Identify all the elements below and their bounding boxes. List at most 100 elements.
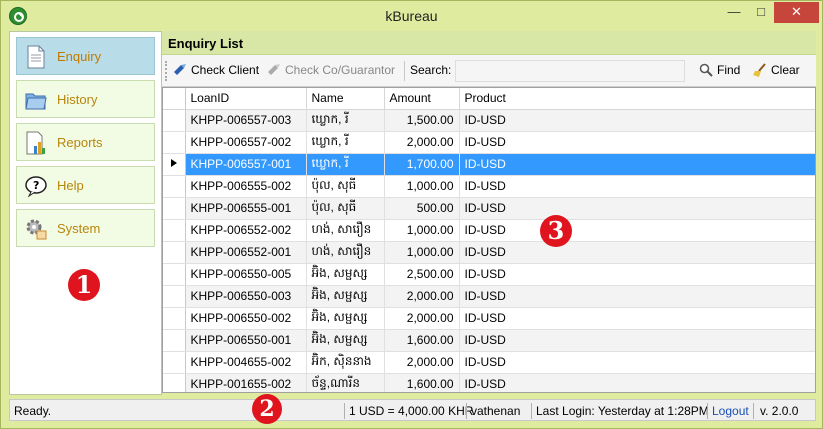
table-row[interactable]: KHPP-006552-002 ហង់, សារឿន 1,000.00 ID-USD xyxy=(163,219,815,242)
sidebar-item-reports[interactable]: Reports xyxy=(16,123,155,161)
gear-icon xyxy=(25,217,47,241)
cell-loanid: KHPP-004655-002 xyxy=(185,351,307,374)
cell-name: ឃ្លោក, រី xyxy=(306,109,385,132)
status-bar: Ready. 2 1 USD = 4,000.00 KHR vathenan L… xyxy=(9,394,816,424)
search-label: Search: xyxy=(410,63,452,77)
row-selector[interactable] xyxy=(163,285,186,308)
enquiry-panel: Enquiry List Check Client Check Co/Guara… xyxy=(162,31,816,395)
row-selector[interactable] xyxy=(163,351,186,374)
cell-loanid: KHPP-006555-002 xyxy=(185,175,307,198)
status-last-login: Last Login: Yesterday at 1:28PM xyxy=(536,404,709,418)
table-row[interactable]: KHPP-006550-003 អ៊ិង, សម្ផស្ស 2,000.00 ID-U… xyxy=(163,285,815,308)
document-icon xyxy=(25,45,47,69)
row-selector[interactable] xyxy=(163,241,186,264)
search-input[interactable] xyxy=(455,60,685,82)
table-row[interactable]: KHPP-006557-002 ឃ្លោក, រី 2,000.00 ID-USD xyxy=(163,131,815,154)
status-user: vathenan xyxy=(471,404,521,418)
cell-amount: 2,500.00 xyxy=(384,263,460,286)
cell-name: អ៊ិង, សម្ផស្ស xyxy=(306,329,385,352)
sidebar-item-system[interactable]: System xyxy=(16,209,155,247)
table-row[interactable]: KHPP-006550-005 អ៊ិង, សម្ផស្ស 2,500.00 ID-U… xyxy=(163,263,815,286)
cell-name: ប៉ុល, សុធី xyxy=(306,175,385,198)
sidebar-item-label: Reports xyxy=(57,135,103,150)
logout-link[interactable]: Logout xyxy=(712,404,749,418)
toolbar-separator xyxy=(404,61,405,81)
table-header-row: LoanID Name Amount Product xyxy=(163,88,815,110)
find-button[interactable]: Find xyxy=(699,63,740,77)
cell-product: ID-USD xyxy=(459,175,815,198)
row-selector[interactable] xyxy=(163,197,186,220)
table-row[interactable]: KHPP-006555-001 ប៉ុល, សុធី 500.00 ID-USD xyxy=(163,197,815,220)
table-row[interactable]: KHPP-006552-001 ហង់, សារឿន 1,000.00 ID-USD xyxy=(163,241,815,264)
cell-name: អ៊ិង, សម្ផស្ស xyxy=(306,307,385,330)
sidebar-item-label: Enquiry xyxy=(57,49,102,64)
cell-name: ឃ្លោក, រី xyxy=(306,131,385,154)
sidebar-item-label: System xyxy=(57,221,101,236)
title-bar[interactable]: kBureau — □ ✕ xyxy=(1,1,822,31)
row-selector[interactable] xyxy=(163,307,186,330)
cell-loanid: KHPP-001655-002 xyxy=(185,373,307,392)
table-row[interactable]: KHPP-006557-001 ឃ្លោក, រី 1,700.00 ID-USD xyxy=(163,153,815,176)
broom-icon xyxy=(753,63,767,77)
column-header-loanid[interactable]: LoanID xyxy=(185,88,307,110)
cell-product: ID-USD xyxy=(459,219,815,242)
table-row[interactable]: KHPP-006550-002 អ៊ិង, សម្ផស្ស 2,000.00 ID-U… xyxy=(163,307,815,330)
table-row[interactable]: KHPP-001655-002 ច័ន្ទ,ណារីន 1,600.00 ID-USD xyxy=(163,373,815,392)
check-client-label: Check Client xyxy=(191,63,260,77)
sidebar-item-enquiry[interactable]: Enquiry xyxy=(16,37,155,75)
row-selector[interactable] xyxy=(163,373,186,392)
status-exchange-rate: 1 USD = 4,000.00 KHR xyxy=(349,404,474,418)
cell-product: ID-USD xyxy=(459,329,815,352)
cell-name: អ៊ិក, ស៊ិននាង xyxy=(306,351,385,374)
help-bubble-icon: ? xyxy=(25,174,47,198)
cell-loanid: KHPP-006550-001 xyxy=(185,329,307,352)
search-icon xyxy=(699,63,713,77)
toolbar-grip[interactable] xyxy=(165,61,168,81)
enquiry-grid: LoanID Name Amount Product KHPP-006557-0… xyxy=(162,87,816,393)
cell-amount: 500.00 xyxy=(384,197,460,220)
cell-amount: 2,000.00 xyxy=(384,285,460,308)
pointer-hand-icon xyxy=(267,63,281,77)
cell-product: ID-USD xyxy=(459,109,815,132)
table-row[interactable]: KHPP-006555-002 ប៉ុល, សុធី 1,000.00 ID-USD xyxy=(163,175,815,198)
row-selector[interactable] xyxy=(163,175,186,198)
row-selector[interactable] xyxy=(163,131,186,154)
check-co-guarantor-button[interactable]: Check Co/Guarantor xyxy=(267,63,395,77)
status-separator xyxy=(531,403,532,419)
cell-name: ច័ន្ទ,ណារីន xyxy=(306,373,385,392)
status-separator xyxy=(753,403,754,419)
cell-loanid: KHPP-006552-002 xyxy=(185,219,307,242)
column-header-product[interactable]: Product xyxy=(459,88,815,110)
status-ready: Ready. xyxy=(14,404,52,418)
table-row[interactable]: KHPP-006550-001 អ៊ិង, សម្ផស្ស 1,600.00 ID-U… xyxy=(163,329,815,352)
cell-amount: 1,700.00 xyxy=(384,153,460,176)
cell-name: អ៊ិង, សម្ផស្ស xyxy=(306,263,385,286)
row-selector[interactable] xyxy=(163,263,186,286)
status-version: v. 2.0.0 xyxy=(760,404,799,418)
maximize-button[interactable]: □ xyxy=(748,2,774,23)
check-client-button[interactable]: Check Client xyxy=(173,63,259,77)
cell-amount: 1,000.00 xyxy=(384,175,460,198)
row-selector[interactable] xyxy=(163,219,186,242)
status-separator xyxy=(344,403,345,419)
column-header-name[interactable]: Name xyxy=(306,88,385,110)
svg-text:?: ? xyxy=(33,179,39,192)
cell-name: ឃ្លោក, រី xyxy=(306,153,385,176)
cell-name: ហង់, សារឿន xyxy=(306,219,385,242)
clear-button[interactable]: Clear xyxy=(753,63,800,77)
column-header-amount[interactable]: Amount xyxy=(384,88,460,110)
row-selector[interactable] xyxy=(163,109,186,132)
row-selector[interactable] xyxy=(163,329,186,352)
minimize-button[interactable]: — xyxy=(720,2,748,23)
table-row[interactable]: KHPP-004655-002 អ៊ិក, ស៊ិននាង 2,000.00 ID-U… xyxy=(163,351,815,374)
cell-product: ID-USD xyxy=(459,153,815,176)
status-separator xyxy=(707,403,708,419)
cell-product: ID-USD xyxy=(459,263,815,286)
sidebar-item-label: Help xyxy=(57,178,84,193)
table-row[interactable]: KHPP-006557-003 ឃ្លោក, រី 1,500.00 ID-USD xyxy=(163,109,815,132)
close-button[interactable]: ✕ xyxy=(774,2,819,23)
sidebar-item-history[interactable]: History xyxy=(16,80,155,118)
sidebar-item-help[interactable]: ? Help xyxy=(16,166,155,204)
cell-product: ID-USD xyxy=(459,131,815,154)
row-selector-arrow-icon[interactable] xyxy=(163,153,186,176)
